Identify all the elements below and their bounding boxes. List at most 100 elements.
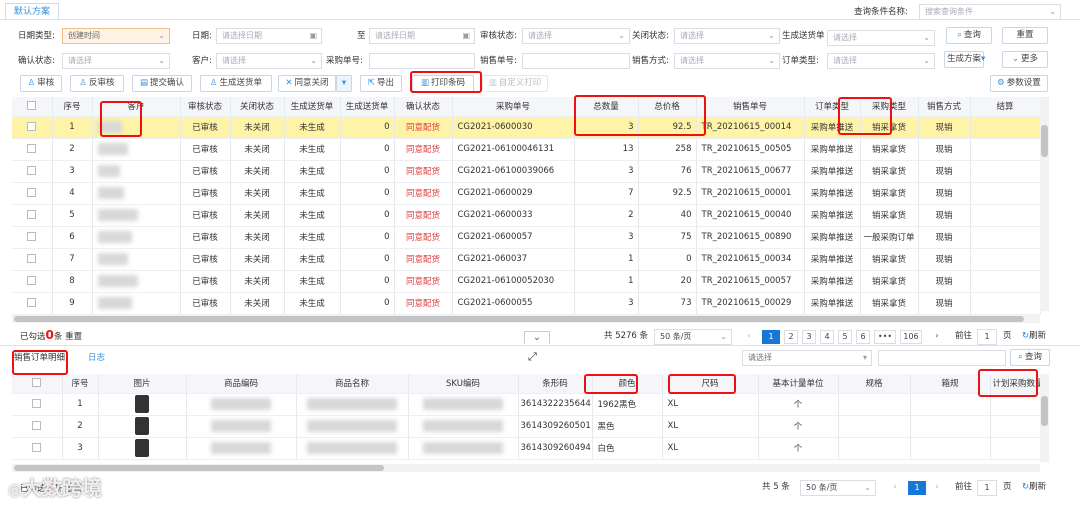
row-checkbox[interactable] [12,292,53,315]
table-row[interactable]: 6 已审核 未关闭 未生成 0 同意配货 CG2021-0600057 3 75 TR_20210… [12,226,1041,249]
sale-mode-select[interactable]: 请选择 ⌄ [674,53,780,69]
column-header[interactable]: 序号 [52,97,93,117]
gen-select[interactable]: 请选择 ⌄ [827,30,935,46]
query-cond-input[interactable]: 搜索查询条件 ⌄ [919,4,1061,20]
page-button[interactable]: 5 [838,330,852,344]
params-button[interactable]: ⚙ 参数设置 [990,75,1048,92]
bottom-refresh-button[interactable]: ↻刷新 [1022,480,1046,494]
row-checkbox[interactable] [12,182,53,205]
table-row[interactable]: 4 已审核 未关闭 未生成 0 同意配货 CG2021-0600029 7 92.5 TR_202… [12,182,1041,205]
goto-page-input[interactable]: 1 [977,329,997,345]
page-button[interactable]: 1 [762,330,780,344]
next-page-icon[interactable]: › [930,330,944,344]
bottom-select[interactable]: 请选择 ▾ [742,350,872,366]
query-button[interactable]: ⌕ 查询 [946,27,992,44]
table-horizontal-scrollbar[interactable] [12,315,1040,323]
gen-delivery-button[interactable]: ♙ 生成送货单 [200,75,272,92]
so-input[interactable] [522,53,630,69]
bottom-page-1[interactable]: 1 [908,481,926,495]
prev-page-icon[interactable]: ‹ [888,481,902,495]
column-header[interactable]: 确认状态 [394,97,453,117]
select-all-checkbox[interactable] [12,97,53,117]
table-row[interactable]: 1 3614322235644 1962黑色 XL 个 [12,393,1041,416]
row-checkbox[interactable] [12,116,53,139]
column-header[interactable]: 图片 [98,374,187,394]
column-header[interactable]: 基本计量单位 [758,374,839,394]
tab-log[interactable]: 日志 [88,351,105,365]
table-vertical-scrollbar[interactable] [1040,97,1049,311]
next-page-icon[interactable]: › [930,481,944,495]
bottom-query-button[interactable]: ⌕ 查询 [1010,349,1050,366]
audit-button[interactable]: ♙ 审核 [20,75,62,92]
row-checkbox[interactable] [12,204,53,227]
export-button[interactable]: ⇱ 导出 [360,75,402,92]
row-checkbox[interactable] [12,393,63,416]
submit-confirm-button[interactable]: ▤ 提交确认 [132,75,192,92]
agree-close-button[interactable]: ✕ 同意关闭 [278,75,336,92]
more-button[interactable]: ⌄ 更多 [1002,51,1048,68]
page-button[interactable]: 106 [900,330,922,344]
po-input[interactable] [369,53,475,69]
table-row[interactable]: 5 已审核 未关闭 未生成 0 同意配货 CG2021-0600033 2 40 TR_20210… [12,204,1041,227]
column-header[interactable]: 序号 [62,374,99,394]
row-checkbox[interactable] [12,138,53,161]
refresh-button[interactable]: ↻刷新 [1022,329,1046,343]
table-row[interactable]: 8 已审核 未关闭 未生成 0 同意配货 CG2021-06100052030 1 20 TR_2… [12,270,1041,293]
audit-select[interactable]: 请选择 ⌄ [522,28,630,44]
tab-default-plan[interactable]: 默认方案 [5,3,60,20]
select-all-checkbox[interactable] [12,374,63,394]
table-row[interactable]: 2 已审核 未关闭 未生成 0 同意配货 CG2021-06100046131 13 258 TR… [12,138,1041,161]
reset-selection-link[interactable]: 重置 [65,332,82,342]
table-row[interactable]: 9 已审核 未关闭 未生成 0 同意配货 CG2021-0600055 3 73 TR_20210… [12,292,1041,315]
collapse-toggle[interactable]: ⌄ [524,331,550,344]
bottom-goto-input[interactable]: 1 [977,480,997,496]
row-checkbox[interactable] [12,415,63,438]
table-row[interactable]: 3 3614309260494 白色 XL 个 [12,437,1041,460]
page-button[interactable]: 4 [820,330,834,344]
table-row[interactable]: 7 已审核 未关闭 未生成 0 同意配货 CG2021-060037 1 0 TR_2021061… [12,248,1041,271]
column-header[interactable]: SKU编码 [408,374,519,394]
close-select[interactable]: 请选择 ⌄ [674,28,780,44]
date-to-input[interactable]: 请选择日期 ▣ [369,28,475,44]
column-header[interactable]: 销售方式 [918,97,971,117]
detail-vertical-scrollbar[interactable] [1040,374,1049,462]
agree-close-dropdown[interactable]: ▾ [336,75,352,92]
page-button[interactable]: 2 [784,330,798,344]
row-checkbox[interactable] [12,160,53,183]
column-header[interactable]: 条形码 [518,374,593,394]
page-button[interactable]: ••• [874,330,896,344]
bottom-page-size[interactable]: 50 条/页 ⌄ [800,480,876,496]
page-button[interactable]: 6 [856,330,870,344]
expand-icon[interactable]: ⤢ [528,350,537,364]
column-header[interactable]: 规格 [838,374,911,394]
column-header[interactable]: 采购单号 [452,97,575,117]
date-type-select[interactable]: 创建时间 ⌄ [62,28,170,44]
unaudit-button[interactable]: ♙ 反审核 [70,75,124,92]
row-checkbox[interactable] [12,437,63,460]
row-checkbox[interactable] [12,248,53,271]
column-header[interactable]: 关闭状态 [230,97,285,117]
column-header[interactable]: 商品名称 [296,374,409,394]
row-checkbox[interactable] [12,226,53,249]
prev-page-icon[interactable]: ‹ [742,330,756,344]
column-header[interactable]: 商品编码 [186,374,297,394]
detail-horizontal-scrollbar[interactable] [12,464,1040,472]
reset-button[interactable]: 重置 [1002,27,1048,44]
custom-print-button[interactable]: ▥ 自定义打印 [482,75,548,92]
page-button[interactable]: 3 [802,330,816,344]
gen-plan-button[interactable]: 生成方案▾ [944,51,985,68]
top-page-size[interactable]: 50 条/页 ⌄ [654,329,732,345]
table-row[interactable]: 3 已审核 未关闭 未生成 0 同意配货 CG2021-06100039066 3 76 TR_2… [12,160,1041,183]
row-checkbox[interactable] [12,270,53,293]
column-header[interactable]: 结算 [970,97,1041,117]
order-type-select[interactable]: 请选择 ⌄ [827,53,935,69]
table-row[interactable]: 2 3614309260501 黑色 XL 个 [12,415,1041,438]
confirm-select[interactable]: 请选择 ⌄ [62,53,170,69]
customer-select[interactable]: 请选择 ⌄ [216,53,322,69]
column-header[interactable]: 销售单号 [696,97,805,117]
column-header[interactable]: 审核状态 [180,97,231,117]
bottom-search-input[interactable] [878,350,1006,366]
date-input[interactable]: 请选择日期 ▣ [216,28,322,44]
column-header[interactable]: 生成送货单 [340,97,395,117]
column-header[interactable]: 生成送货单 [284,97,341,117]
